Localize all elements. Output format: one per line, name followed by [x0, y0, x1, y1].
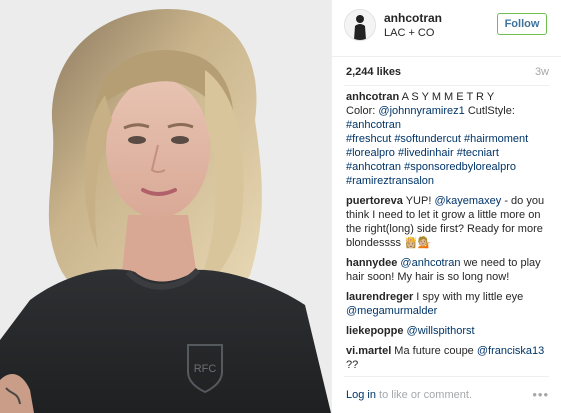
login-prompt: Log in to like or comment. — [346, 389, 472, 401]
comment-text: @willspithorst — [403, 325, 475, 337]
comment-item: liekepoppe @willspithorst — [346, 324, 550, 338]
post-photo[interactable]: RFC — [0, 0, 331, 413]
post-header: anhcotran LAC + CO Follow — [332, 0, 561, 57]
instagram-post: RFC anhcotran LAC + CO Follow 2,244 like… — [0, 0, 561, 413]
hashtag-link[interactable]: #lorealpro — [346, 147, 395, 159]
comment-username[interactable]: liekepoppe — [346, 325, 403, 337]
avatar[interactable] — [344, 9, 376, 41]
hashtag-link[interactable]: #sponsoredbylorealpro — [404, 161, 516, 173]
mention-link[interactable]: @franciska13 — [477, 345, 544, 357]
hashtag-link[interactable]: #softundercut — [394, 133, 461, 145]
post-location[interactable]: LAC + CO — [384, 27, 434, 39]
comment-username[interactable]: puertoreva — [346, 195, 403, 207]
portrait-image: RFC — [0, 0, 331, 413]
comments-list[interactable]: anhcotran A S Y M M E T R Y Color: @john… — [346, 90, 550, 374]
hashtag-link[interactable]: #ramireztransalon — [346, 175, 434, 187]
comment-container: puertoreva YUP! @kayemaxey - do you thin… — [346, 194, 550, 374]
comment-username[interactable]: hannydee — [346, 257, 397, 269]
post-sidebar: anhcotran LAC + CO Follow 2,244 likes 3w… — [331, 0, 561, 413]
hashtag-link[interactable]: #freshcut — [346, 133, 391, 145]
comment-item: laurendreger I spy with my little eye @m… — [346, 290, 550, 318]
comment-item: hannydee @anhcotran we need to play hair… — [346, 256, 550, 284]
login-prompt-text: to like or comment. — [375, 389, 472, 401]
mention-link[interactable]: @megamurmalder — [346, 305, 437, 317]
mention-link[interactable]: @kayemaxey — [434, 195, 501, 207]
follow-button[interactable]: Follow — [497, 13, 547, 35]
mention-link[interactable]: @anhcotran — [400, 257, 460, 269]
comment-item: vi.martel Ma future coupe @franciska13 ?… — [346, 344, 550, 372]
likes-row: 2,244 likes 3w — [344, 57, 549, 86]
login-link[interactable]: Log in — [346, 389, 376, 401]
caption-text: A S Y M M E T R Y Color: @johnnyramirez1… — [346, 91, 529, 187]
hashtag-link[interactable]: #anhcotran — [346, 119, 401, 131]
comment-username[interactable]: laurendreger — [346, 291, 413, 303]
hashtag-link[interactable]: #livedinhair — [398, 147, 454, 159]
caption: anhcotran A S Y M M E T R Y Color: @john… — [346, 90, 550, 188]
avatar-image — [345, 10, 375, 40]
hashtag-link[interactable]: #tecniart — [457, 147, 499, 159]
comment-username[interactable]: vi.martel — [346, 345, 391, 357]
comment-item: puertoreva YUP! @kayemaxey - do you thin… — [346, 194, 550, 250]
hashtag-link[interactable]: #anhcotran — [346, 161, 401, 173]
likes-count[interactable]: 2,244 likes — [346, 66, 401, 78]
hashtag-link[interactable]: #hairmoment — [464, 133, 528, 145]
post-footer: Log in to like or comment. ••• — [344, 376, 549, 413]
more-options-icon[interactable]: ••• — [532, 387, 549, 402]
mention-link[interactable]: @willspithorst — [407, 325, 475, 337]
caption-username[interactable]: anhcotran — [346, 91, 399, 103]
post-age[interactable]: 3w — [535, 66, 549, 78]
mention-link[interactable]: @johnnyramirez1 — [378, 105, 464, 117]
shirt-logo-text: RFC — [194, 363, 217, 375]
post-username[interactable]: anhcotran — [384, 11, 442, 25]
